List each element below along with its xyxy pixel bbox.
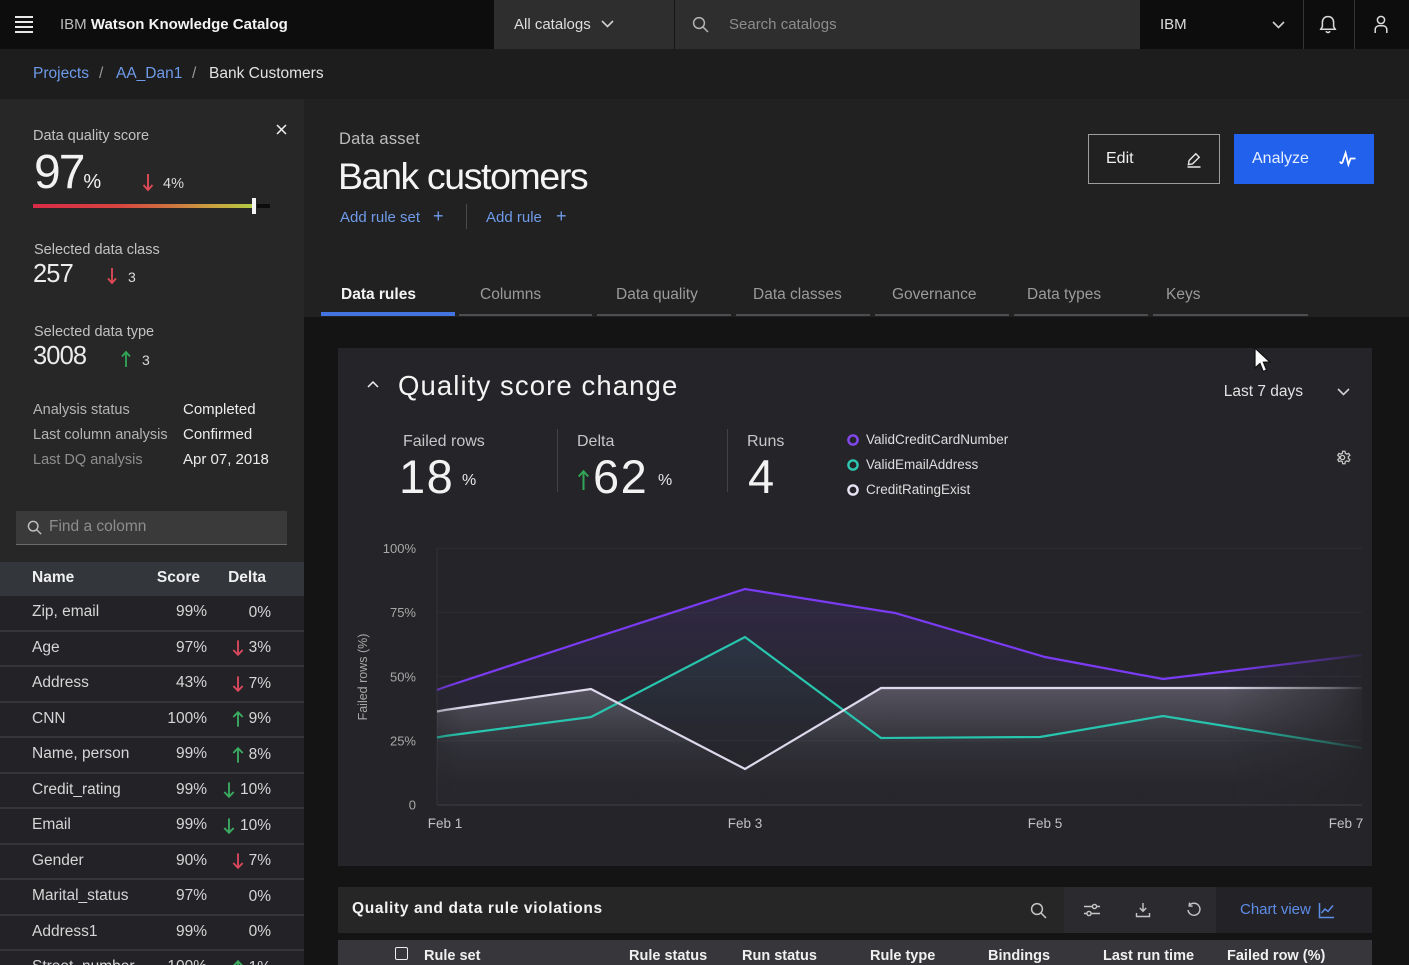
svg-text:Feb 1: Feb 1	[428, 816, 463, 831]
svg-text:Feb 7: Feb 7	[1329, 816, 1364, 831]
svg-text:25%: 25%	[390, 734, 416, 749]
svg-text:Failed rows (%): Failed rows (%)	[356, 634, 370, 721]
svg-text:100%: 100%	[383, 541, 417, 556]
svg-text:75%: 75%	[390, 605, 416, 620]
svg-text:0: 0	[409, 798, 416, 813]
svg-text:50%: 50%	[390, 670, 416, 685]
svg-text:Feb 3: Feb 3	[728, 816, 763, 831]
svg-text:Feb 5: Feb 5	[1028, 816, 1063, 831]
